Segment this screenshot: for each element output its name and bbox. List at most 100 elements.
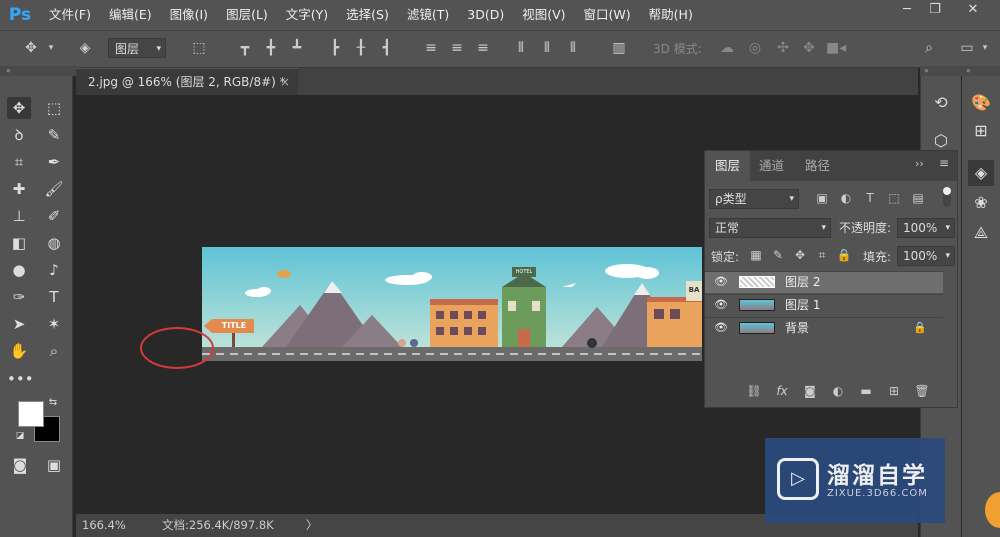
swatches-grid-icon[interactable]: ⊞ [968, 118, 994, 144]
3d-slide-icon[interactable]: ✥ [800, 39, 818, 57]
move-tool-icon[interactable]: ✥ [22, 39, 40, 57]
document-tab[interactable]: 2.jpg @ 166% (图层 2, RGB/8#) * × [76, 68, 298, 95]
tab-paths[interactable]: 路径 [795, 151, 840, 181]
eyedropper-tool-icon[interactable]: ✒ [42, 151, 66, 173]
filter-toggle[interactable] [943, 187, 951, 207]
history-panel-icon[interactable]: ⟲ [928, 90, 954, 116]
align-top-icon[interactable]: ┳ [236, 39, 254, 57]
filter-adjustment-icon[interactable]: ◐ [837, 189, 855, 207]
layer-select-dropdown[interactable]: 图层 ▾ [108, 38, 166, 58]
adjustment-layer-icon[interactable]: ◐ [829, 382, 847, 400]
menu-3d[interactable]: 3D(D) [458, 0, 513, 30]
filter-kind-dropdown[interactable]: ρ类型 ▾ [709, 189, 799, 209]
menu-edit[interactable]: 编辑(E) [100, 0, 161, 30]
menu-image[interactable]: 图像(I) [161, 0, 217, 30]
status-menu-arrow[interactable]: 〉 [306, 514, 318, 537]
blend-mode-dropdown[interactable]: 正常 ▾ [709, 218, 831, 238]
path-select-tool-icon[interactable]: ➤ [7, 313, 31, 335]
screen-mode-icon[interactable]: ▣ [42, 454, 66, 476]
healing-brush-tool-icon[interactable]: ✚ [7, 178, 31, 200]
channels-panel-icon[interactable]: ❀ [968, 190, 994, 216]
layer-row-layer1[interactable]: 👁 图层 1 [705, 294, 943, 316]
3d-roll-icon[interactable]: ◎ [746, 39, 764, 57]
menu-filter[interactable]: 滤镜(T) [398, 0, 458, 30]
default-colors-icon[interactable]: ◪ [14, 430, 26, 442]
lock-transparent-icon[interactable]: ▦ [747, 246, 765, 264]
opacity-input[interactable]: 100% ▾ [897, 218, 955, 238]
tab-layers[interactable]: 图层 [705, 151, 751, 181]
workspace-icon[interactable]: ▭ [958, 39, 976, 57]
type-tool-icon[interactable]: T [42, 286, 66, 308]
distribute-vcenter-icon[interactable]: ≡ [448, 39, 466, 57]
3d-drag-icon[interactable]: ✣ [774, 39, 792, 57]
swap-colors-icon[interactable]: ⇆ [46, 396, 60, 410]
canvas-image[interactable]: TITLE HOTEL BA [202, 247, 702, 361]
3d-scale-icon[interactable]: ■◂ [826, 39, 846, 57]
3d-rotate-icon[interactable]: ☁ [718, 39, 736, 57]
distribute-left-icon[interactable]: ⦀ [512, 39, 530, 57]
auto-align-icon[interactable]: ▥ [610, 39, 628, 57]
quick-select-tool-icon[interactable]: ✎ [42, 124, 66, 146]
new-group-folder-icon[interactable]: ▬ [857, 382, 875, 400]
lasso-tool-icon[interactable]: ꝺ [7, 124, 31, 146]
visibility-eye-icon[interactable]: 👁 [713, 321, 729, 335]
align-hcenter-icon[interactable]: ╂ [352, 39, 370, 57]
zoom-level[interactable]: 166.4% [82, 514, 126, 537]
minimize-button[interactable]: ─ [892, 0, 922, 22]
lock-position-icon[interactable]: ✥ [791, 246, 809, 264]
add-mask-icon[interactable]: ◙ [801, 382, 819, 400]
more-tools-icon[interactable]: ••• [7, 368, 34, 390]
new-layer-icon[interactable]: ⊞ [885, 382, 903, 400]
color-palette-icon[interactable]: 🎨 [968, 90, 994, 116]
fill-input[interactable]: 100% ▾ [897, 246, 955, 266]
brush-tool-icon[interactable]: 🖌 [42, 178, 66, 200]
eraser-tool-icon[interactable]: ◧ [7, 232, 31, 254]
toolbar-collapse-strip[interactable]: « [0, 66, 78, 76]
zoom-tool-icon[interactable]: ⌕ [42, 340, 66, 362]
trash-icon[interactable]: 🗑 [913, 382, 931, 400]
layer-style-fx-icon[interactable]: fx [773, 382, 791, 400]
distribute-right-icon[interactable]: ⦀ [564, 39, 582, 57]
collapse-panel-icon[interactable]: ›› [915, 157, 924, 170]
filter-pixel-icon[interactable]: ▣ [813, 189, 831, 207]
workspace-chevron-icon[interactable]: ▾ [976, 39, 994, 57]
align-left-icon[interactable]: ┣ [326, 39, 344, 57]
lock-artboard-icon[interactable]: ⌗ [813, 246, 831, 264]
lock-all-icon[interactable]: 🔒 [835, 246, 853, 264]
menu-select[interactable]: 选择(S) [337, 0, 398, 30]
close-window-button[interactable]: ✕ [958, 0, 988, 22]
distribute-hcenter-icon[interactable]: ⦀ [538, 39, 556, 57]
paths-panel-icon[interactable]: ⟁ [968, 220, 994, 246]
tab-channels[interactable]: 通道 [749, 151, 794, 181]
quick-mask-icon[interactable]: ◙ [8, 454, 32, 476]
crop-tool-icon[interactable]: ⌗ [7, 151, 31, 173]
auto-select-icon[interactable]: ◈ [76, 39, 94, 57]
panel-menu-icon[interactable]: ≡ [939, 156, 949, 170]
menu-layer[interactable]: 图层(L) [217, 0, 277, 30]
distribute-top-icon[interactable]: ≡ [422, 39, 440, 57]
transform-controls-icon[interactable]: ⬚ [190, 39, 208, 57]
distribute-bottom-icon[interactable]: ≡ [474, 39, 492, 57]
hand-tool-icon[interactable]: ✋ [7, 340, 31, 362]
link-layers-icon[interactable]: ⛓ [745, 382, 763, 400]
panel-collapse-strip-2[interactable]: « [962, 66, 1000, 76]
history-brush-tool-icon[interactable]: ✐ [42, 205, 66, 227]
align-right-icon[interactable]: ┫ [378, 39, 396, 57]
align-bottom-icon[interactable]: ┻ [288, 39, 306, 57]
custom-shape-tool-icon[interactable]: ✶ [42, 313, 66, 335]
visibility-eye-icon[interactable]: 👁 [713, 298, 729, 312]
close-tab-icon[interactable]: × [280, 69, 290, 95]
search-icon[interactable]: ⌕ [920, 39, 938, 57]
tool-preset-chevron-icon[interactable]: ▾ [42, 39, 60, 57]
menu-window[interactable]: 窗口(W) [575, 0, 640, 30]
visibility-eye-icon[interactable]: 👁 [713, 275, 729, 289]
foreground-color-swatch[interactable] [18, 401, 44, 427]
menu-view[interactable]: 视图(V) [513, 0, 574, 30]
layers-panel-icon[interactable]: ◈ [968, 160, 994, 186]
restore-button[interactable]: ❐ [920, 0, 950, 22]
menu-help[interactable]: 帮助(H) [640, 0, 702, 30]
filter-type-icon[interactable]: T [861, 189, 879, 207]
filter-shape-icon[interactable]: ⬚ [885, 189, 903, 207]
menu-type[interactable]: 文字(Y) [277, 0, 337, 30]
dodge-tool-icon[interactable]: ♪ [42, 259, 66, 281]
